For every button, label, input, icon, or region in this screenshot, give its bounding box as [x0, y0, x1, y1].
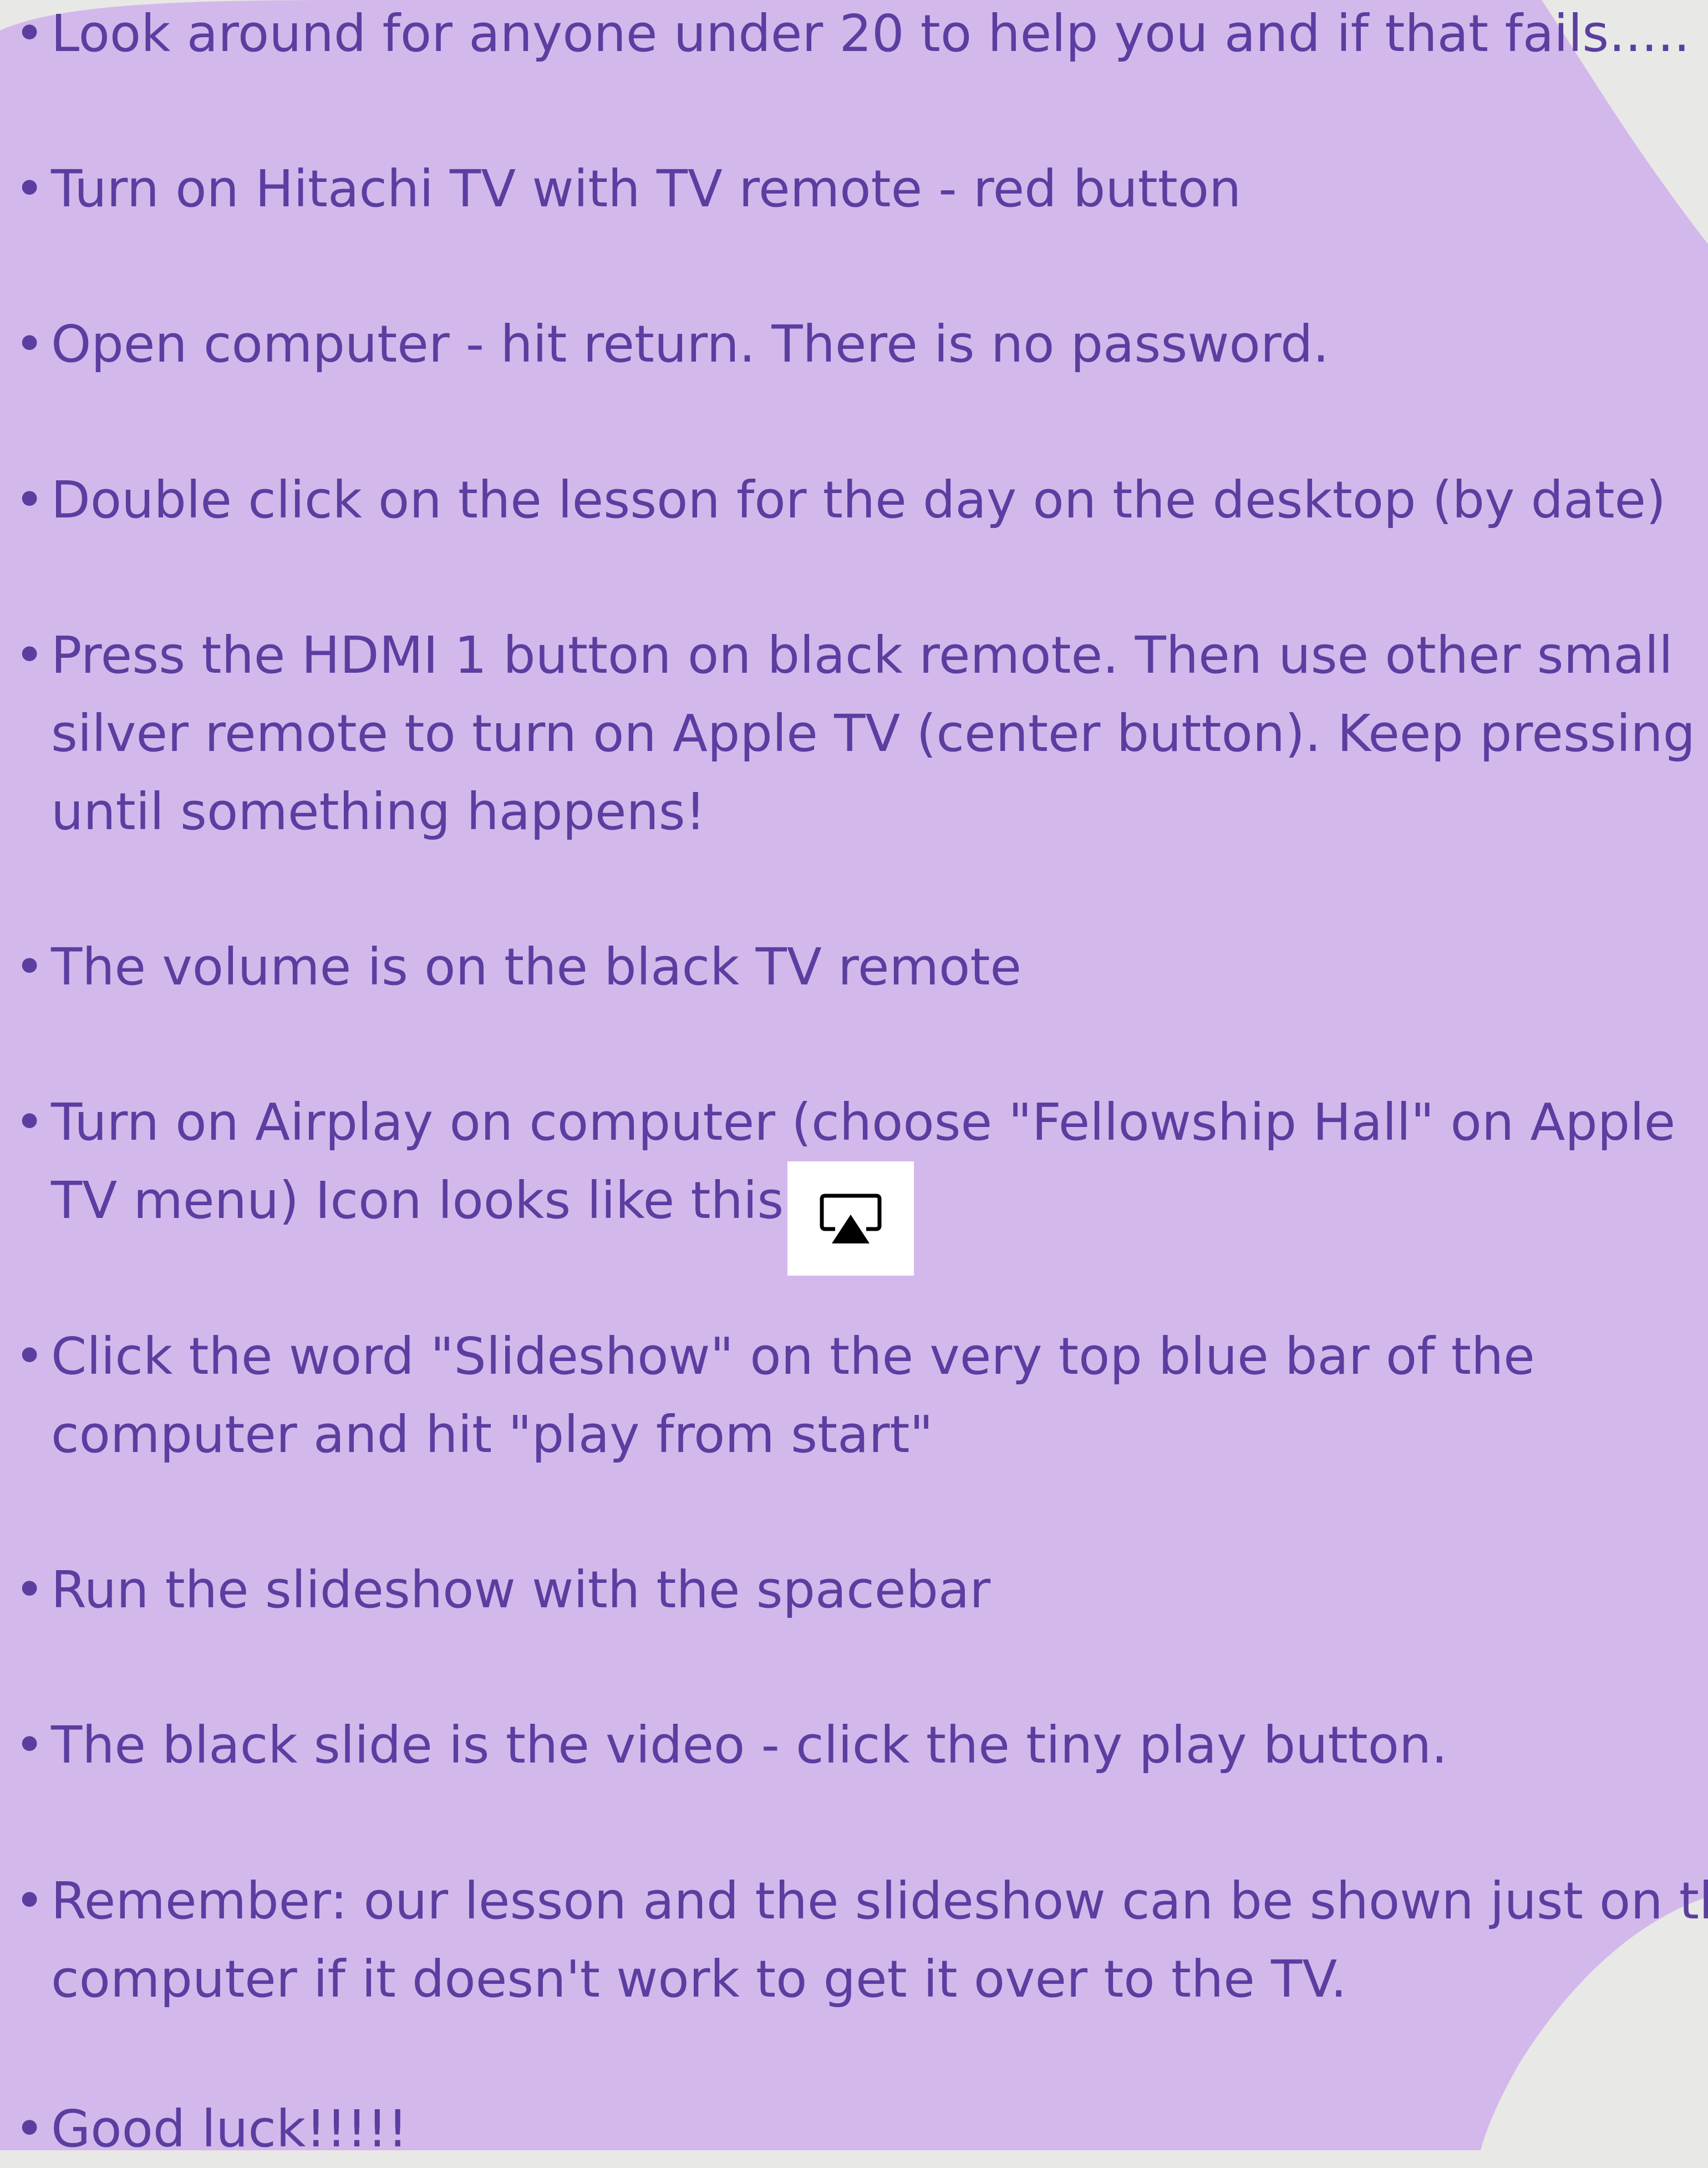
- list-item: • Press the HDMI 1 button on black remot…: [14, 616, 1695, 851]
- list-item-text: The black slide is the video - click the…: [51, 1715, 1448, 1775]
- airplay-icon: [820, 1194, 882, 1243]
- airplay-icon-box: [787, 1161, 914, 1276]
- list-item-text: Look around for anyone under 20 to help …: [51, 4, 1690, 63]
- bullet: •: [14, 1871, 45, 1931]
- list-item-text: Press the HDMI 1 button on black remote.…: [51, 626, 1673, 685]
- instructions-list: • Look around for anyone under 20 to hel…: [0, 0, 1708, 2159]
- list-item: • Click the word "Slideshow" on the very…: [14, 1317, 1692, 1474]
- list-item: • Open computer - hit return. There is n…: [14, 305, 1692, 383]
- list-item-text: Double click on the lesson for the day o…: [51, 470, 1666, 530]
- list-item: • Remember: our lesson and the slideshow…: [14, 1862, 1708, 2018]
- list-item-text: computer if it doesn't work to get it ov…: [51, 1949, 1347, 2009]
- list-item-text: computer and hit "play from start": [51, 1405, 933, 1464]
- list-item-text: until something happens!: [51, 782, 706, 841]
- list-item-text: Remember: our lesson and the slideshow c…: [51, 1871, 1708, 1931]
- bullet: •: [14, 1715, 45, 1775]
- list-item: • Turn on Hitachi TV with TV remote - re…: [14, 150, 1692, 228]
- list-item-text: silver remote to turn on Apple TV (cente…: [51, 704, 1695, 763]
- list-item-text: Turn on Airplay on computer (choose "Fel…: [51, 1093, 1676, 1152]
- list-item-text: Click the word "Slideshow" on the very t…: [51, 1327, 1535, 1386]
- bullet: •: [14, 4, 45, 63]
- list-item: • Double click on the lesson for the day…: [14, 461, 1692, 539]
- bullet: •: [14, 1093, 45, 1152]
- bullet: •: [14, 470, 45, 530]
- bullet: •: [14, 159, 45, 219]
- bullet: •: [14, 937, 45, 997]
- list-item-text: Run the slideshow with the spacebar: [51, 1560, 991, 1619]
- bullet: •: [14, 1560, 45, 1619]
- bullet: •: [14, 314, 45, 374]
- list-item-text: Turn on Hitachi TV with TV remote - red …: [51, 159, 1242, 219]
- list-item: • The volume is on the black TV remote: [14, 928, 1692, 1006]
- list-item: • Look around for anyone under 20 to hel…: [14, 0, 1692, 73]
- list-item: • The black slide is the video - click t…: [14, 1706, 1692, 1784]
- bullet: •: [14, 1327, 45, 1386]
- bullet: •: [14, 626, 45, 685]
- list-item-text: The volume is on the black TV remote: [51, 937, 1022, 997]
- list-item: • Run the slideshow with the spacebar: [14, 1551, 1692, 1629]
- bullet: •: [14, 2099, 45, 2159]
- list-item: • Good luck!!!!!: [14, 2090, 1692, 2168]
- list-item-text: Good luck!!!!!: [51, 2099, 408, 2159]
- list-item-text: Open computer - hit return. There is no …: [51, 314, 1329, 374]
